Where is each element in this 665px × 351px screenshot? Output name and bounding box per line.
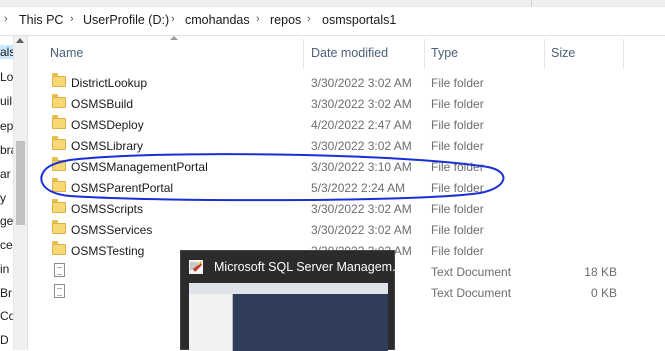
file-type: File folder	[431, 223, 484, 237]
chevron-right-icon[interactable]: ›	[70, 13, 74, 25]
column-divider[interactable]	[544, 39, 545, 69]
sort-ascending-icon	[170, 36, 178, 40]
breadcrumb-repos[interactable]: repos	[270, 13, 301, 27]
column-divider[interactable]	[424, 39, 425, 69]
file-date: 3/30/2022 3:02 AM	[311, 223, 412, 237]
chevron-right-icon[interactable]: ›	[4, 13, 8, 25]
column-divider[interactable]	[623, 39, 624, 69]
folder-icon	[52, 94, 66, 108]
nav-item[interactable]: in	[0, 262, 9, 276]
file-name: OSMSBuild	[71, 97, 134, 111]
chevron-right-icon[interactable]: ›	[256, 13, 260, 25]
scroll-up-arrow-icon[interactable]	[16, 38, 24, 43]
nav-item[interactable]: als	[0, 45, 13, 59]
text-document-icon	[54, 284, 65, 298]
thumbnail-window-preview	[189, 283, 388, 351]
file-type: Text Document	[431, 265, 512, 279]
file-type: File folder	[431, 139, 484, 153]
breadcrumb-drive[interactable]: UserProfile (D:)	[83, 13, 169, 27]
nav-item[interactable]: ce	[0, 238, 13, 252]
file-size: 0 KB	[590, 286, 617, 300]
ssms-app-icon	[189, 260, 203, 274]
file-type: File folder	[431, 76, 484, 90]
nav-item[interactable]: ges	[0, 214, 13, 228]
folder-icon	[52, 199, 66, 213]
file-name: OSMSManagementPortal	[71, 160, 208, 174]
column-date-header[interactable]: Date modified	[311, 46, 388, 60]
file-row[interactable]: OSMSManagementPortal 3/30/2022 3:10 AM F…	[27, 156, 665, 177]
navigation-pane[interactable]: als Loc uil ep bra ar y ges ce in Br Co …	[0, 36, 14, 350]
preview-toolbar	[189, 283, 388, 294]
breadcrumb-user[interactable]: cmohandas	[185, 13, 250, 27]
file-row[interactable]: DistrictLookup 3/30/2022 3:02 AM File fo…	[27, 72, 665, 93]
folder-icon	[52, 241, 66, 255]
nav-item[interactable]: ar	[0, 167, 11, 181]
folder-icon	[52, 115, 66, 129]
nav-item[interactable]: D	[0, 333, 9, 347]
file-name: OSMSServices	[71, 223, 153, 237]
taskbar-thumbnail-preview[interactable]: Microsoft SQL Server Managem...	[180, 250, 403, 351]
nav-item[interactable]: Loc	[0, 70, 13, 84]
file-date: 3/30/2022 3:02 AM	[311, 139, 412, 153]
nav-item[interactable]: uil	[0, 94, 12, 108]
file-size: 18 KB	[584, 265, 617, 279]
scrollbar-thumb[interactable]	[16, 141, 25, 225]
nav-item[interactable]: Co	[0, 309, 13, 323]
folder-icon	[52, 136, 66, 150]
preview-main-area	[233, 294, 388, 351]
file-type: File folder	[431, 202, 484, 216]
column-name-header[interactable]: Name	[50, 46, 83, 60]
nav-item[interactable]: y	[0, 191, 6, 205]
file-row[interactable]: OSMSParentPortal 5/3/2022 2:24 AM File f…	[27, 177, 665, 198]
folder-icon	[52, 220, 66, 234]
column-size-header[interactable]: Size	[551, 46, 575, 60]
column-type-header[interactable]: Type	[431, 46, 458, 60]
file-name: OSMSParentPortal	[71, 181, 174, 195]
file-type: Text Document	[431, 286, 512, 300]
nav-item[interactable]: Br	[0, 286, 12, 300]
nav-item[interactable]: ep	[0, 119, 13, 133]
text-document-icon	[54, 263, 65, 277]
breadcrumb-current-folder[interactable]: osmsportals1	[322, 13, 396, 27]
chevron-right-icon[interactable]: ›	[171, 13, 175, 25]
thumbnail-title: Microsoft SQL Server Managem...	[214, 260, 403, 274]
file-date: 4/20/2022 2:47 AM	[311, 118, 412, 132]
nav-scrollbar[interactable]	[14, 36, 28, 350]
preview-object-explorer	[189, 294, 233, 351]
file-type: File folder	[431, 244, 484, 258]
file-row[interactable]: OSMSScripts 3/30/2022 3:02 AM File folde…	[27, 198, 665, 219]
file-name: OSMSTesting	[71, 244, 145, 258]
file-row[interactable]: OSMSLibrary 3/30/2022 3:02 AM File folde…	[27, 135, 665, 156]
folder-icon	[52, 73, 66, 87]
file-name: OSMSDeploy	[71, 118, 144, 132]
file-date: 3/30/2022 3:02 AM	[311, 97, 412, 111]
file-type: File folder	[431, 181, 484, 195]
file-date: 3/30/2022 3:02 AM	[311, 202, 412, 216]
column-header: Name Date modified Type Size	[27, 36, 665, 69]
folder-icon	[52, 178, 66, 192]
title-separator	[531, 0, 532, 6]
file-name: OSMSLibrary	[71, 139, 144, 153]
file-name: OSMSScripts	[71, 202, 144, 216]
folder-icon	[52, 157, 66, 171]
file-type: File folder	[431, 97, 484, 111]
file-type: File folder	[431, 160, 484, 174]
column-divider[interactable]	[303, 39, 304, 69]
address-bar[interactable]: › This PC › UserProfile (D:) › cmohandas…	[0, 7, 665, 36]
file-date: 3/30/2022 3:10 AM	[311, 160, 412, 174]
nav-item[interactable]: bra	[0, 143, 13, 157]
chevron-right-icon[interactable]: ›	[307, 13, 311, 25]
window-top-strip	[0, 0, 665, 7]
file-type: File folder	[431, 118, 484, 132]
file-date: 3/30/2022 3:02 AM	[311, 76, 412, 90]
breadcrumb-this-pc[interactable]: This PC	[19, 13, 63, 27]
file-row[interactable]: OSMSDeploy 4/20/2022 2:47 AM File folder	[27, 114, 665, 135]
file-date: 5/3/2022 2:24 AM	[311, 181, 406, 195]
file-row[interactable]: OSMSServices 3/30/2022 3:02 AM File fold…	[27, 219, 665, 240]
file-name: DistrictLookup	[71, 76, 148, 90]
file-row[interactable]: OSMSBuild 3/30/2022 3:02 AM File folder	[27, 93, 665, 114]
